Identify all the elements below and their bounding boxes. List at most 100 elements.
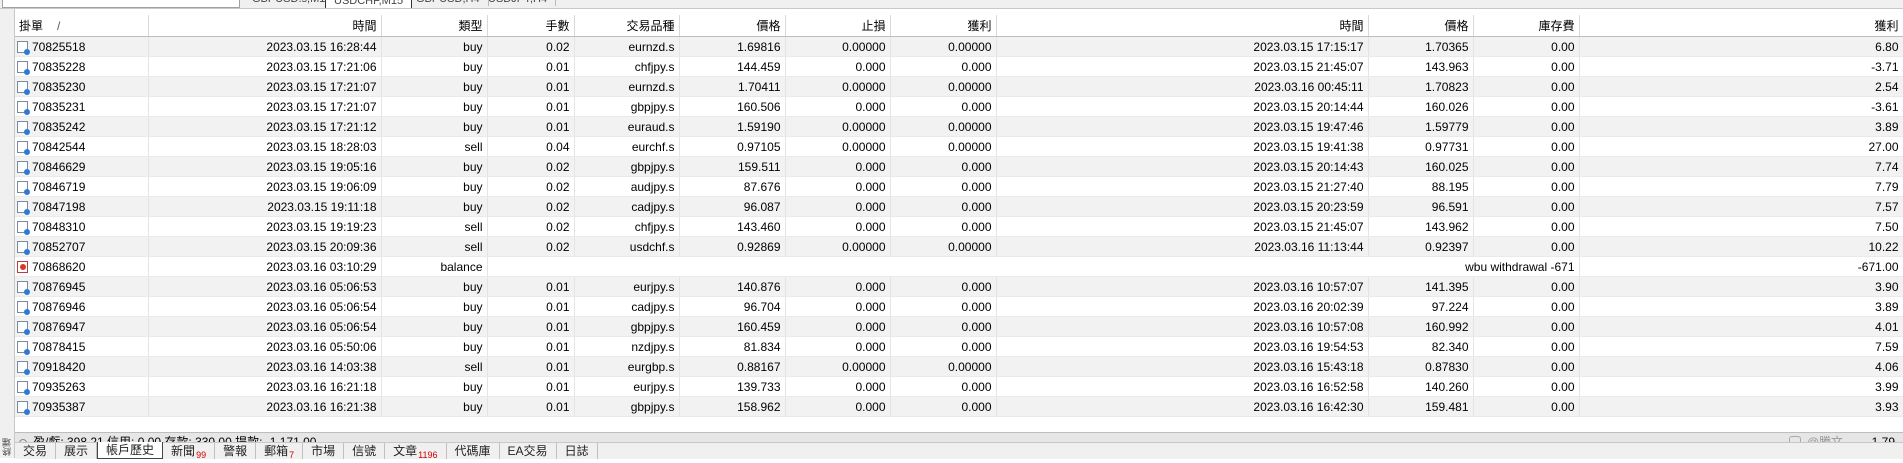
cell-tp: 0.000 [890, 196, 997, 217]
table-row[interactable]: 70835242 2023.03.15 17:21:12 buy 0.01 euraud… [15, 116, 1903, 137]
table-row[interactable]: 70835231 2023.03.15 17:21:07 buy 0.01 gbpjpy… [15, 96, 1903, 117]
col-header-swap[interactable]: 庫存費 [1473, 15, 1580, 37]
terminal-tab[interactable]: 信號 [344, 443, 386, 459]
closed-order-icon [17, 280, 30, 295]
col-header-profit[interactable]: 獲利 [1579, 15, 1903, 37]
cell-close-time: 2023.03.16 10:57:07 [996, 276, 1369, 297]
cell-ticket: 70868620 [15, 256, 149, 277]
terminal-tab[interactable]: 文章1196 [385, 443, 447, 460]
col-header-type[interactable]: 類型 [381, 15, 488, 37]
cell-swap: 0.00 [1473, 396, 1580, 417]
table-row[interactable]: 70846629 2023.03.15 19:05:16 buy 0.02 gbpjpy… [15, 156, 1903, 177]
table-row[interactable]: 70842544 2023.03.15 18:28:03 sell 0.04 eurch… [15, 136, 1903, 157]
cell-close-time: 2023.03.16 19:54:53 [996, 336, 1369, 357]
cell-sl: 0.000 [785, 176, 891, 197]
cell-sl: 0.000 [785, 276, 891, 297]
cell-open-price: 96.704 [679, 296, 786, 317]
cell-ticket: 70825518 [15, 36, 149, 57]
cell-lots: 0.01 [487, 296, 575, 317]
cell-sl: 0.00000 [785, 136, 891, 157]
terminal-tab[interactable]: 警報 [215, 443, 257, 459]
col-header-ticket[interactable]: 掛單 / [15, 15, 149, 37]
col-header-tp[interactable]: 獲利 [890, 15, 997, 37]
table-row[interactable]: 70876945 2023.03.16 05:06:53 buy 0.01 eurjpy… [15, 276, 1903, 297]
chart-tab[interactable]: USDJPY,H4 [480, 0, 557, 6]
cell-open-time: 2023.03.15 20:09:36 [148, 236, 382, 257]
table-row[interactable]: 70868620 2023.03.16 03:10:29 balance wbu wi… [15, 256, 1903, 277]
col-header-symbol[interactable]: 交易品種 [574, 15, 680, 37]
chart-tab[interactable]: GBPUSD,H4 [408, 0, 489, 6]
terminal-tab[interactable]: 交易 [15, 443, 57, 459]
cell-tp: 0.000 [890, 336, 997, 357]
table-row[interactable]: 70835228 2023.03.15 17:21:06 buy 0.01 chfjpy… [15, 56, 1903, 77]
cell-close-price: 88.195 [1368, 176, 1474, 197]
terminal-tab[interactable]: 市場 [303, 443, 345, 459]
table-row[interactable]: 70835230 2023.03.15 17:21:07 buy 0.01 eurnzd… [15, 76, 1903, 97]
cell-tp: 0.000 [890, 316, 997, 337]
closed-order-icon [17, 360, 30, 375]
cell-ticket: 70847198 [15, 196, 149, 217]
table-row[interactable]: 70852707 2023.03.15 20:09:36 sell 0.02 usdch… [15, 236, 1903, 257]
cell-swap: 0.00 [1473, 376, 1580, 397]
cell-open-time: 2023.03.15 18:28:03 [148, 136, 382, 157]
cell-sl: 0.000 [785, 336, 891, 357]
search-input[interactable] [2, 0, 240, 8]
table-row[interactable]: 70825518 2023.03.15 16:28:44 buy 0.02 eurnzd… [15, 36, 1903, 57]
cell-open-time: 2023.03.16 05:06:54 [148, 316, 382, 337]
cell-lots: 0.02 [487, 236, 575, 257]
cell-open-time: 2023.03.16 14:03:38 [148, 356, 382, 377]
cell-ticket: 70842544 [15, 136, 149, 157]
cell-open-price: 81.834 [679, 336, 786, 357]
closed-order-icon [17, 60, 30, 75]
cell-profit: 7.79 [1579, 176, 1903, 197]
terminal-tab[interactable]: EA交易 [500, 443, 557, 459]
table-row[interactable]: 70876946 2023.03.16 05:06:54 buy 0.01 cadjpy… [15, 296, 1903, 317]
cell-swap: 0.00 [1473, 196, 1580, 217]
cell-ticket: 70846719 [15, 176, 149, 197]
tab-count-badge: 7 [289, 450, 295, 460]
col-header-close-time[interactable]: 時間 [996, 15, 1369, 37]
terminal-tab[interactable]: 展示 [56, 443, 98, 459]
table-header-row: 掛單 / 時間 類型 手數 交易品種 價格 止損 獲利 時間 價格 庫存費 獲利 [15, 15, 1903, 37]
col-header-open-price[interactable]: 價格 [679, 15, 786, 37]
cell-close-price: 96.591 [1368, 196, 1474, 217]
table-row[interactable]: 70935387 2023.03.16 16:21:38 buy 0.01 gbpjpy… [15, 396, 1903, 417]
cell-lots: 0.01 [487, 316, 575, 337]
terminal-side-label: 終端 [2, 438, 12, 456]
cell-type: buy [381, 316, 488, 337]
col-header-open-time[interactable]: 時間 [148, 15, 382, 37]
cell-lots: 0.04 [487, 136, 575, 157]
cell-sl: 0.00000 [785, 36, 891, 57]
cell-close-price: 141.395 [1368, 276, 1474, 297]
terminal-tab[interactable]: 帳戶歷史 [97, 442, 164, 459]
terminal-tab[interactable]: 代碼庫 [447, 443, 500, 459]
cell-close-time: 2023.03.15 17:15:17 [996, 36, 1369, 57]
cell-type: buy [381, 36, 488, 57]
cell-sl: 0.000 [785, 196, 891, 217]
cell-close-price: 143.963 [1368, 56, 1474, 77]
closed-order-icon [17, 320, 30, 335]
cell-close-time: 2023.03.16 20:02:39 [996, 296, 1369, 317]
terminal-tab[interactable]: 新聞99 [163, 443, 216, 460]
terminal-tab[interactable]: 郵箱7 [256, 443, 304, 460]
table-row[interactable]: 70847198 2023.03.15 19:11:18 buy 0.02 cadjpy… [15, 196, 1903, 217]
cell-lots: 0.01 [487, 376, 575, 397]
table-row[interactable]: 70846719 2023.03.15 19:06:09 buy 0.02 audjpy… [15, 176, 1903, 197]
closed-order-icon [17, 120, 30, 135]
col-header-lots[interactable]: 手數 [487, 15, 575, 37]
cell-close-time: 2023.03.15 20:23:59 [996, 196, 1369, 217]
cell-sl: 0.000 [785, 56, 891, 77]
table-row[interactable]: 70876947 2023.03.16 05:06:54 buy 0.01 gbpjpy… [15, 316, 1903, 337]
table-row[interactable]: 70848310 2023.03.15 19:19:23 sell 0.02 chfjp… [15, 216, 1903, 237]
chart-tab[interactable]: USDCHF,M15 [325, 0, 413, 8]
cell-open-time: 2023.03.15 17:21:07 [148, 96, 382, 117]
closed-order-icon [17, 400, 30, 415]
col-header-close-price[interactable]: 價格 [1368, 15, 1474, 37]
table-row[interactable]: 70935263 2023.03.16 16:21:18 buy 0.01 eurjpy… [15, 376, 1903, 397]
cell-open-price: 1.59190 [679, 116, 786, 137]
terminal-tab[interactable]: 日誌 [557, 443, 598, 459]
table-row[interactable]: 70918420 2023.03.16 14:03:38 sell 0.01 eurgb… [15, 356, 1903, 377]
table-row[interactable]: 70878415 2023.03.16 05:50:06 buy 0.01 nzdjpy… [15, 336, 1903, 357]
cell-swap: 0.00 [1473, 96, 1580, 117]
col-header-sl[interactable]: 止損 [785, 15, 891, 37]
